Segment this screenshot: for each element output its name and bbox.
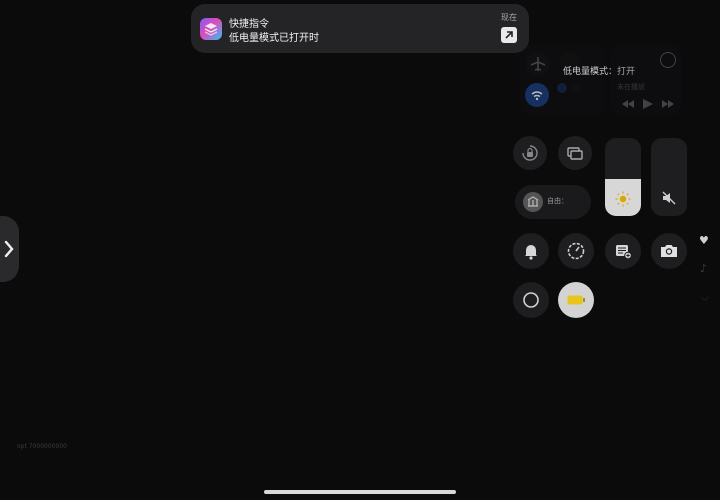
timer-button[interactable] bbox=[558, 233, 594, 269]
camera-button[interactable] bbox=[651, 233, 687, 269]
now-playing-label: 未在播放 bbox=[617, 83, 645, 91]
media-controls bbox=[620, 96, 676, 110]
screen-mirroring-icon bbox=[567, 147, 583, 160]
brightness-icon bbox=[615, 191, 631, 207]
focus-label: 自由： bbox=[547, 197, 568, 205]
airplay-icon[interactable] bbox=[660, 52, 676, 68]
brightness-slider[interactable] bbox=[605, 138, 641, 216]
focus-icon bbox=[523, 192, 543, 212]
signal-icon[interactable]: ◡ bbox=[701, 292, 709, 302]
notification-banner[interactable]: 快捷指令 低电量模式已打开时 现在 bbox=[191, 4, 529, 53]
music-note-icon[interactable]: ♪ bbox=[700, 262, 707, 275]
timer-icon bbox=[567, 242, 585, 260]
low-power-mode-button[interactable] bbox=[558, 282, 594, 318]
orientation-lock-button[interactable] bbox=[513, 136, 547, 170]
quick-note-button[interactable] bbox=[605, 233, 641, 269]
airdrop-icon[interactable] bbox=[571, 83, 581, 93]
shortcuts-icon bbox=[200, 18, 222, 40]
side-panel-tab[interactable] bbox=[0, 216, 19, 282]
dark-mode-icon bbox=[523, 292, 539, 308]
open-arrow-icon[interactable] bbox=[501, 27, 517, 43]
heart-icon[interactable]: ♥ bbox=[699, 234, 709, 247]
notification-message: 低电量模式已打开时 bbox=[229, 33, 319, 44]
dark-mode-button[interactable] bbox=[513, 282, 549, 318]
camera-icon bbox=[661, 245, 677, 257]
silent-mode-button[interactable] bbox=[513, 233, 549, 269]
bell-icon bbox=[525, 245, 537, 260]
screen-mirroring-button[interactable] bbox=[558, 136, 592, 170]
quick-note-icon bbox=[616, 245, 632, 260]
volume-slider[interactable] bbox=[651, 138, 687, 216]
notification-time: 现在 bbox=[501, 13, 517, 22]
notification-app-name: 快捷指令 bbox=[229, 19, 269, 30]
wifi-icon[interactable] bbox=[525, 83, 549, 107]
focus-tile[interactable]: 自由： bbox=[515, 185, 591, 219]
corner-label: opt 7000000000 bbox=[17, 443, 67, 450]
chevron-right-icon bbox=[4, 240, 14, 258]
bluetooth-icon[interactable] bbox=[557, 83, 567, 93]
battery-icon bbox=[567, 295, 585, 305]
orientation-lock-icon bbox=[522, 145, 538, 161]
volume-muted-icon bbox=[662, 191, 676, 205]
home-indicator[interactable] bbox=[264, 490, 456, 494]
airplane-mode-icon[interactable] bbox=[526, 52, 550, 76]
